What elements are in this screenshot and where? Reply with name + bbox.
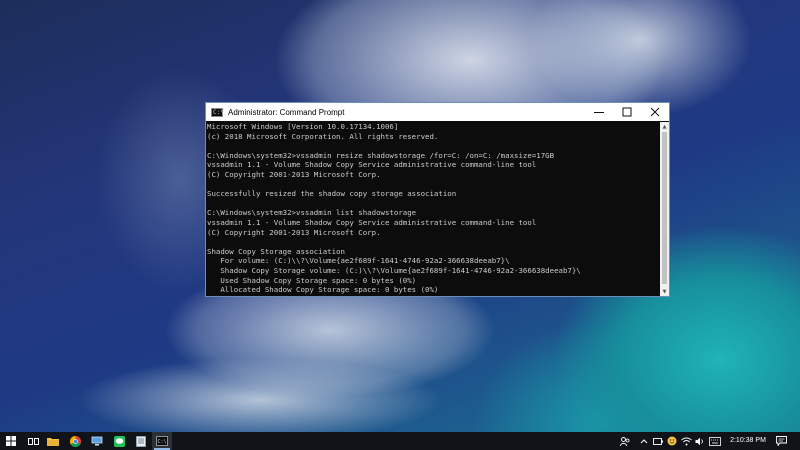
chat-icon [113, 435, 125, 447]
console-line: Microsoft Windows [Version 10.0.17134.10… [207, 122, 399, 131]
taskbar-clock[interactable]: 2:10:38 PM [724, 434, 772, 448]
close-button[interactable] [641, 103, 669, 121]
chrome-icon [69, 435, 81, 447]
console-line: (C) Copyright 2001-2013 Microsoft Corp. [207, 227, 381, 237]
console-line: (C) Copyright 2001-2013 Microsoft Corp. [207, 169, 381, 179]
console-line: Shadow Copy Storage volume: (C:)\\?\Volu… [207, 265, 581, 275]
battery-icon[interactable] [653, 437, 664, 446]
minimize-icon [594, 112, 604, 113]
console-line: vssadmin 1.1 - Volume Shadow Copy Servic… [207, 217, 537, 227]
minimize-button[interactable] [585, 103, 613, 121]
console-line: Successfully resized the shadow copy sto… [207, 189, 457, 199]
window-controls [585, 103, 669, 121]
taskbar: C:\ 2:10:38 PM [0, 432, 800, 450]
close-icon [650, 107, 660, 117]
scroll-thumb[interactable] [662, 132, 667, 284]
title-bar[interactable]: C:\ Administrator: Command Prompt [206, 103, 669, 121]
wifi-icon[interactable] [681, 437, 692, 446]
cmd-icon: C:\ [156, 436, 168, 446]
console-line: (c) 2018 Microsoft Corporation. All righ… [207, 131, 439, 141]
computer-icon [91, 436, 103, 446]
smiley-app-icon[interactable] [667, 436, 677, 446]
taskbar-app-line[interactable] [110, 432, 128, 450]
keyboard-icon[interactable] [709, 437, 721, 446]
command-prompt-window[interactable]: C:\ Administrator: Command Prompt Micros… [205, 102, 670, 297]
console-line: C:\Windows\system32>vssadmin resize shad… [207, 150, 555, 160]
people-icon[interactable] [620, 437, 630, 446]
start-button[interactable] [0, 432, 22, 450]
maximize-button[interactable] [613, 103, 641, 121]
scroll-up-arrow-icon[interactable]: ▲ [660, 122, 669, 131]
chevron-up-icon[interactable] [640, 437, 648, 445]
console-line: Allocated Shadow Copy Storage space: 0 b… [207, 285, 439, 295]
taskbar-app-file-explorer[interactable] [44, 432, 62, 450]
console-line: vssadmin 1.1 - Volume Shadow Copy Servic… [207, 160, 537, 170]
folder-icon [47, 438, 59, 446]
taskbar-app-chrome[interactable] [66, 432, 84, 450]
task-view-icon [27, 437, 39, 445]
document-icon [136, 435, 146, 447]
maximize-icon [622, 107, 632, 117]
task-view-button[interactable] [24, 432, 42, 450]
svg-text:C:\: C:\ [158, 439, 167, 445]
scroll-down-arrow-icon[interactable]: ▼ [660, 287, 669, 296]
taskbar-app-document[interactable] [132, 432, 150, 450]
console-line: Used Shadow Copy Storage space: 0 bytes … [207, 275, 417, 285]
action-center-icon[interactable] [776, 436, 787, 446]
console-line: For volume: (C:)\\?\Volume{ae2f689f-1641… [207, 256, 510, 266]
volume-icon[interactable] [695, 437, 705, 446]
console-line: C:\Windows\system32>vssadmin list shadow… [207, 208, 417, 218]
taskbar-app-computer[interactable] [88, 432, 106, 450]
vertical-scrollbar[interactable]: ▲ ▼ [660, 122, 669, 296]
cmd-app-icon[interactable]: C:\ [211, 107, 224, 117]
windows-logo-icon [6, 436, 16, 446]
window-title: Administrator: Command Prompt [228, 107, 345, 117]
console-output[interactable]: Microsoft Windows [Version 10.0.17134.10… [206, 122, 661, 296]
console-line: Shadow Copy Storage association [207, 246, 345, 256]
taskbar-app-command-prompt[interactable]: C:\ [152, 432, 172, 450]
